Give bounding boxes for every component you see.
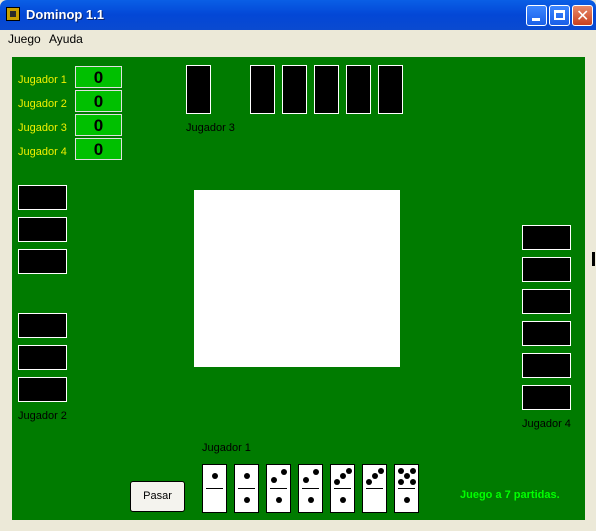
pip bbox=[372, 473, 378, 479]
close-icon: ✕ bbox=[576, 6, 590, 25]
pip bbox=[404, 473, 410, 479]
hand-tile-3-0[interactable] bbox=[330, 464, 355, 513]
score-jugador-2: 0 bbox=[75, 90, 122, 112]
pip bbox=[244, 473, 250, 479]
pass-button[interactable]: Pasar bbox=[130, 481, 185, 512]
maximize-icon bbox=[554, 10, 565, 20]
pip bbox=[244, 497, 250, 503]
pip bbox=[276, 497, 282, 503]
tile-divider bbox=[398, 488, 415, 489]
pip bbox=[366, 479, 372, 485]
pip bbox=[334, 479, 340, 485]
pip bbox=[398, 479, 404, 485]
app-icon bbox=[6, 7, 20, 21]
player4-name: Jugador 4 bbox=[522, 418, 571, 430]
pip bbox=[281, 469, 287, 475]
pip bbox=[313, 469, 319, 475]
pip bbox=[340, 473, 346, 479]
score-label-jugador-4: Jugador 4 bbox=[18, 146, 67, 158]
player2-hidden-tile bbox=[18, 377, 67, 402]
player3-hidden-tile bbox=[186, 65, 211, 114]
pip bbox=[308, 497, 314, 503]
pip bbox=[346, 468, 352, 474]
player3-hidden-tile bbox=[346, 65, 371, 114]
hand-tile-0-2[interactable] bbox=[234, 464, 259, 513]
score-jugador-3: 0 bbox=[75, 114, 122, 136]
score-label-jugador-3: Jugador 3 bbox=[18, 122, 67, 134]
player2-hidden-tile bbox=[18, 217, 67, 242]
pip bbox=[271, 477, 277, 483]
menu-juego[interactable]: Juego bbox=[8, 32, 41, 46]
maximize-button[interactable] bbox=[549, 5, 570, 26]
score-jugador-1: 0 bbox=[75, 66, 122, 88]
player3-name: Jugador 3 bbox=[186, 122, 235, 134]
score-jugador-4: 0 bbox=[75, 138, 122, 160]
hand-tile-0-1[interactable] bbox=[202, 464, 227, 513]
close-button[interactable]: ✕ bbox=[572, 5, 593, 26]
minimize-button[interactable] bbox=[526, 5, 547, 26]
player4-hidden-tile bbox=[522, 353, 571, 378]
tile-divider bbox=[270, 488, 287, 489]
player3-hidden-tile bbox=[378, 65, 403, 114]
title-bar: Dominop 1.1 ✕ bbox=[0, 0, 596, 30]
hand-tile-5-1[interactable] bbox=[394, 464, 419, 513]
pip bbox=[378, 468, 384, 474]
player4-hidden-tile bbox=[522, 225, 571, 250]
player2-hidden-tile bbox=[18, 345, 67, 370]
player2-hidden-tile bbox=[18, 313, 67, 338]
player1-name: Jugador 1 bbox=[202, 442, 251, 454]
pip bbox=[410, 479, 416, 485]
tile-divider bbox=[366, 488, 383, 489]
menu-bar: Juego Ayuda bbox=[4, 30, 592, 48]
hand-tile-0-3[interactable] bbox=[266, 464, 291, 513]
player4-hidden-tile bbox=[522, 385, 571, 410]
player4-hidden-tile bbox=[522, 289, 571, 314]
player3-hidden-tile bbox=[314, 65, 339, 114]
pip bbox=[404, 497, 410, 503]
tile-divider bbox=[206, 488, 223, 489]
player4-hidden-tile bbox=[522, 257, 571, 282]
player2-name: Jugador 2 bbox=[18, 410, 67, 422]
player2-hidden-tile bbox=[18, 249, 67, 274]
player3-hidden-tile bbox=[250, 65, 275, 114]
pip bbox=[340, 497, 346, 503]
score-label-jugador-1: Jugador 1 bbox=[18, 74, 67, 86]
tile-divider bbox=[302, 488, 319, 489]
tile-divider bbox=[334, 488, 351, 489]
player3-hidden-tile bbox=[282, 65, 307, 114]
hand-tile-3-0b[interactable] bbox=[362, 464, 387, 513]
window-title: Dominop 1.1 bbox=[26, 7, 105, 22]
hand-tile-1-1[interactable] bbox=[298, 464, 323, 513]
tile-divider bbox=[238, 488, 255, 489]
pip bbox=[303, 477, 309, 483]
pip bbox=[212, 473, 218, 479]
play-board[interactable] bbox=[194, 190, 400, 367]
menu-ayuda[interactable]: Ayuda bbox=[49, 32, 83, 46]
pip bbox=[410, 468, 416, 474]
pip bbox=[398, 468, 404, 474]
player2-hidden-tile bbox=[18, 185, 67, 210]
score-label-jugador-2: Jugador 2 bbox=[18, 98, 67, 110]
minimize-icon bbox=[532, 18, 540, 21]
game-status: Juego a 7 partidas. bbox=[460, 489, 560, 501]
mouse-cursor bbox=[592, 252, 595, 266]
game-table: Jugador 1 0 Jugador 2 0 Jugador 3 0 Juga… bbox=[12, 57, 585, 520]
player4-hidden-tile bbox=[522, 321, 571, 346]
